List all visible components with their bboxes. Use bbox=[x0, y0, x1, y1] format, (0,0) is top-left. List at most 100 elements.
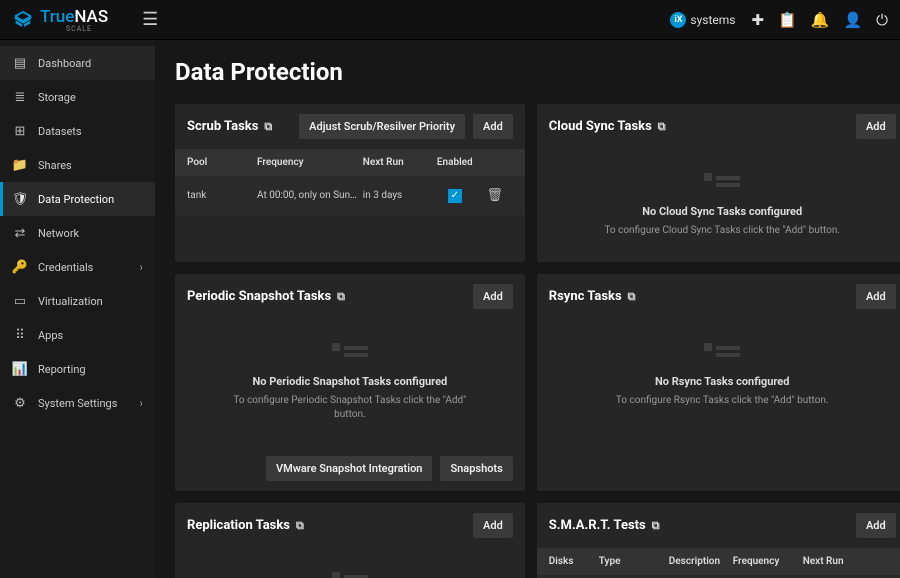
sidebar-item-label: Apps bbox=[38, 329, 63, 342]
add-button[interactable]: Add bbox=[473, 114, 513, 139]
reporting-icon: 📊 bbox=[12, 361, 28, 377]
checkbox-checked-icon[interactable]: ✓ bbox=[448, 189, 462, 203]
cell-pool: tank bbox=[187, 190, 257, 201]
col-frequency: Frequency bbox=[257, 157, 363, 168]
empty-subtitle: To configure Periodic Snapshot Tasks cli… bbox=[230, 394, 470, 422]
sidebar-item-label: Storage bbox=[38, 91, 76, 104]
add-button[interactable]: Add bbox=[473, 284, 513, 309]
card-title: S.M.A.R.T. Tests⧉ bbox=[549, 518, 848, 533]
snapshots-button[interactable]: Snapshots bbox=[440, 456, 512, 481]
empty-state: No Cloud Sync Tasks configured To config… bbox=[537, 149, 900, 262]
periodic-snapshot-tasks-card: Periodic Snapshot Tasks⧉ Add No Periodic… bbox=[175, 274, 525, 491]
storage-icon: ≣ bbox=[12, 89, 28, 105]
delete-icon[interactable]: 🗑 bbox=[487, 188, 504, 203]
sidebar-item-credentials[interactable]: 🔑Credentials› bbox=[0, 250, 155, 284]
empty-state: No Replication Tasks configured To confi… bbox=[175, 548, 525, 578]
sidebar-item-datasets[interactable]: ⊞ Datasets bbox=[0, 114, 155, 148]
power-icon[interactable]: ⏻ bbox=[876, 11, 888, 29]
empty-title: No Rsync Tasks configured bbox=[549, 375, 896, 388]
sidebar-item-label: Virtualization bbox=[38, 295, 103, 308]
menu-toggle-icon[interactable]: ☰ bbox=[142, 9, 158, 30]
open-in-new-icon[interactable]: ⧉ bbox=[296, 519, 304, 533]
shield-icon: 🛡 bbox=[12, 191, 28, 207]
open-in-new-icon[interactable]: ⧉ bbox=[337, 290, 345, 304]
network-icon: ⇄ bbox=[12, 225, 28, 241]
main-content: Data Protection Scrub Tasks⧉ Adjust Scru… bbox=[155, 40, 900, 578]
open-in-new-icon[interactable]: ⧉ bbox=[658, 120, 666, 134]
sidebar-item-apps[interactable]: ⠿ Apps bbox=[0, 318, 155, 352]
clipboard-icon[interactable]: 📋 bbox=[778, 11, 797, 29]
sidebar-item-dashboard[interactable]: ▤ Dashboard bbox=[0, 46, 155, 80]
gear-icon: ⚙ bbox=[12, 395, 28, 411]
virtualization-icon: ▭ bbox=[12, 293, 28, 309]
empty-subtitle: To configure Cloud Sync Tasks click the … bbox=[602, 224, 842, 238]
account-icon[interactable]: 👤 bbox=[843, 11, 862, 29]
add-button[interactable]: Add bbox=[856, 114, 896, 139]
datasets-icon: ⊞ bbox=[12, 123, 28, 139]
sidebar-item-system-settings[interactable]: ⚙ System Settings › bbox=[0, 386, 155, 420]
empty-list-icon bbox=[187, 572, 513, 578]
apps-icon: ⠿ bbox=[12, 327, 28, 343]
col-enabled: Enabled bbox=[433, 157, 483, 168]
col-type: Type bbox=[599, 556, 669, 567]
open-in-new-icon[interactable]: ⧉ bbox=[628, 290, 636, 304]
col-frequency: Frequency bbox=[733, 556, 803, 567]
sidebar-item-storage[interactable]: ≣ Storage bbox=[0, 80, 155, 114]
card-title: Rsync Tasks⧉ bbox=[549, 289, 848, 304]
col-next-run: Next Run bbox=[363, 157, 433, 168]
card-title: Replication Tasks⧉ bbox=[187, 518, 465, 533]
sidebar-item-label: Dashboard bbox=[38, 57, 91, 70]
col-pool: Pool bbox=[187, 157, 257, 168]
sidebar-item-virtualization[interactable]: ▭ Virtualization bbox=[0, 284, 155, 318]
open-in-new-icon[interactable]: ⧉ bbox=[652, 519, 660, 533]
chevron-right-icon: › bbox=[139, 396, 143, 410]
status-icon[interactable]: ✚ bbox=[751, 11, 764, 29]
card-title: Periodic Snapshot Tasks⧉ bbox=[187, 289, 465, 304]
ixsystems-link[interactable]: iX systems bbox=[670, 12, 735, 28]
sidebar-item-label: System Settings bbox=[38, 397, 117, 410]
empty-list-icon bbox=[549, 173, 896, 195]
ix-text: systems bbox=[690, 13, 735, 27]
add-button[interactable]: Add bbox=[856, 513, 896, 538]
shares-icon: 📁 bbox=[12, 157, 28, 173]
col-disks: Disks bbox=[549, 556, 599, 567]
card-title: Cloud Sync Tasks⧉ bbox=[549, 119, 848, 134]
rsync-tasks-card: Rsync Tasks⧉ Add No Rsync Tasks configur… bbox=[537, 274, 900, 491]
cloud-sync-tasks-card: Cloud Sync Tasks⧉ Add No Cloud Sync Task… bbox=[537, 104, 900, 262]
empty-state: No Rsync Tasks configured To configure R… bbox=[537, 319, 900, 432]
sidebar-item-shares[interactable]: 📁 Shares bbox=[0, 148, 155, 182]
empty-subtitle: To configure Rsync Tasks click the "Add"… bbox=[602, 394, 842, 408]
sidebar-item-reporting[interactable]: 📊 Reporting bbox=[0, 352, 155, 386]
table-header: Pool Frequency Next Run Enabled bbox=[175, 149, 525, 176]
replication-tasks-card: Replication Tasks⧉ Add No Replication Ta… bbox=[175, 503, 525, 578]
sidebar-item-label: Shares bbox=[38, 159, 72, 172]
sidebar-item-network[interactable]: ⇄Network bbox=[0, 216, 155, 250]
bell-icon[interactable]: 🔔 bbox=[811, 11, 830, 29]
key-icon: 🔑 bbox=[12, 259, 28, 275]
col-description: Description bbox=[669, 556, 733, 567]
topbar: TrueNAS SCALE ☰ iX systems ✚ 📋 🔔 👤 ⏻ bbox=[0, 0, 900, 40]
truenas-logo-icon bbox=[12, 9, 34, 31]
open-in-new-icon[interactable]: ⧉ bbox=[264, 120, 272, 134]
smart-tests-card: S.M.A.R.T. Tests⧉ Add Disks Type Descrip… bbox=[537, 503, 900, 578]
table-header: Disks Type Description Frequency Next Ru… bbox=[537, 548, 900, 575]
sidebar: ▤ Dashboard ≣ Storage ⊞ Datasets 📁 Shares 🛡D… bbox=[0, 40, 155, 578]
sidebar-item-label: Reporting bbox=[38, 363, 86, 376]
sidebar-item-label: Datasets bbox=[38, 125, 82, 138]
add-button[interactable]: Add bbox=[473, 513, 513, 538]
adjust-scrub-priority-button[interactable]: Adjust Scrub/Resilver Priority bbox=[299, 114, 465, 139]
cell-next-run: in 3 days bbox=[363, 190, 433, 201]
sidebar-item-data-protection[interactable]: 🛡Data Protection bbox=[0, 182, 155, 216]
logo-subtext: SCALE bbox=[66, 25, 108, 33]
empty-title: No Periodic Snapshot Tasks configured bbox=[187, 375, 513, 388]
chevron-right-icon: › bbox=[139, 260, 143, 274]
ix-badge-icon: iX bbox=[670, 12, 686, 28]
logo[interactable]: TrueNAS SCALE bbox=[12, 7, 108, 33]
empty-title: No Cloud Sync Tasks configured bbox=[549, 205, 896, 218]
vmware-snapshot-button[interactable]: VMware Snapshot Integration bbox=[266, 456, 433, 481]
card-title: Scrub Tasks⧉ bbox=[187, 119, 291, 134]
dashboard-icon: ▤ bbox=[12, 55, 28, 71]
scrub-tasks-card: Scrub Tasks⧉ Adjust Scrub/Resilver Prior… bbox=[175, 104, 525, 262]
add-button[interactable]: Add bbox=[856, 284, 896, 309]
table-row[interactable]: tank At 00:00, only on Sun… in 3 days ✓ … bbox=[175, 176, 525, 215]
